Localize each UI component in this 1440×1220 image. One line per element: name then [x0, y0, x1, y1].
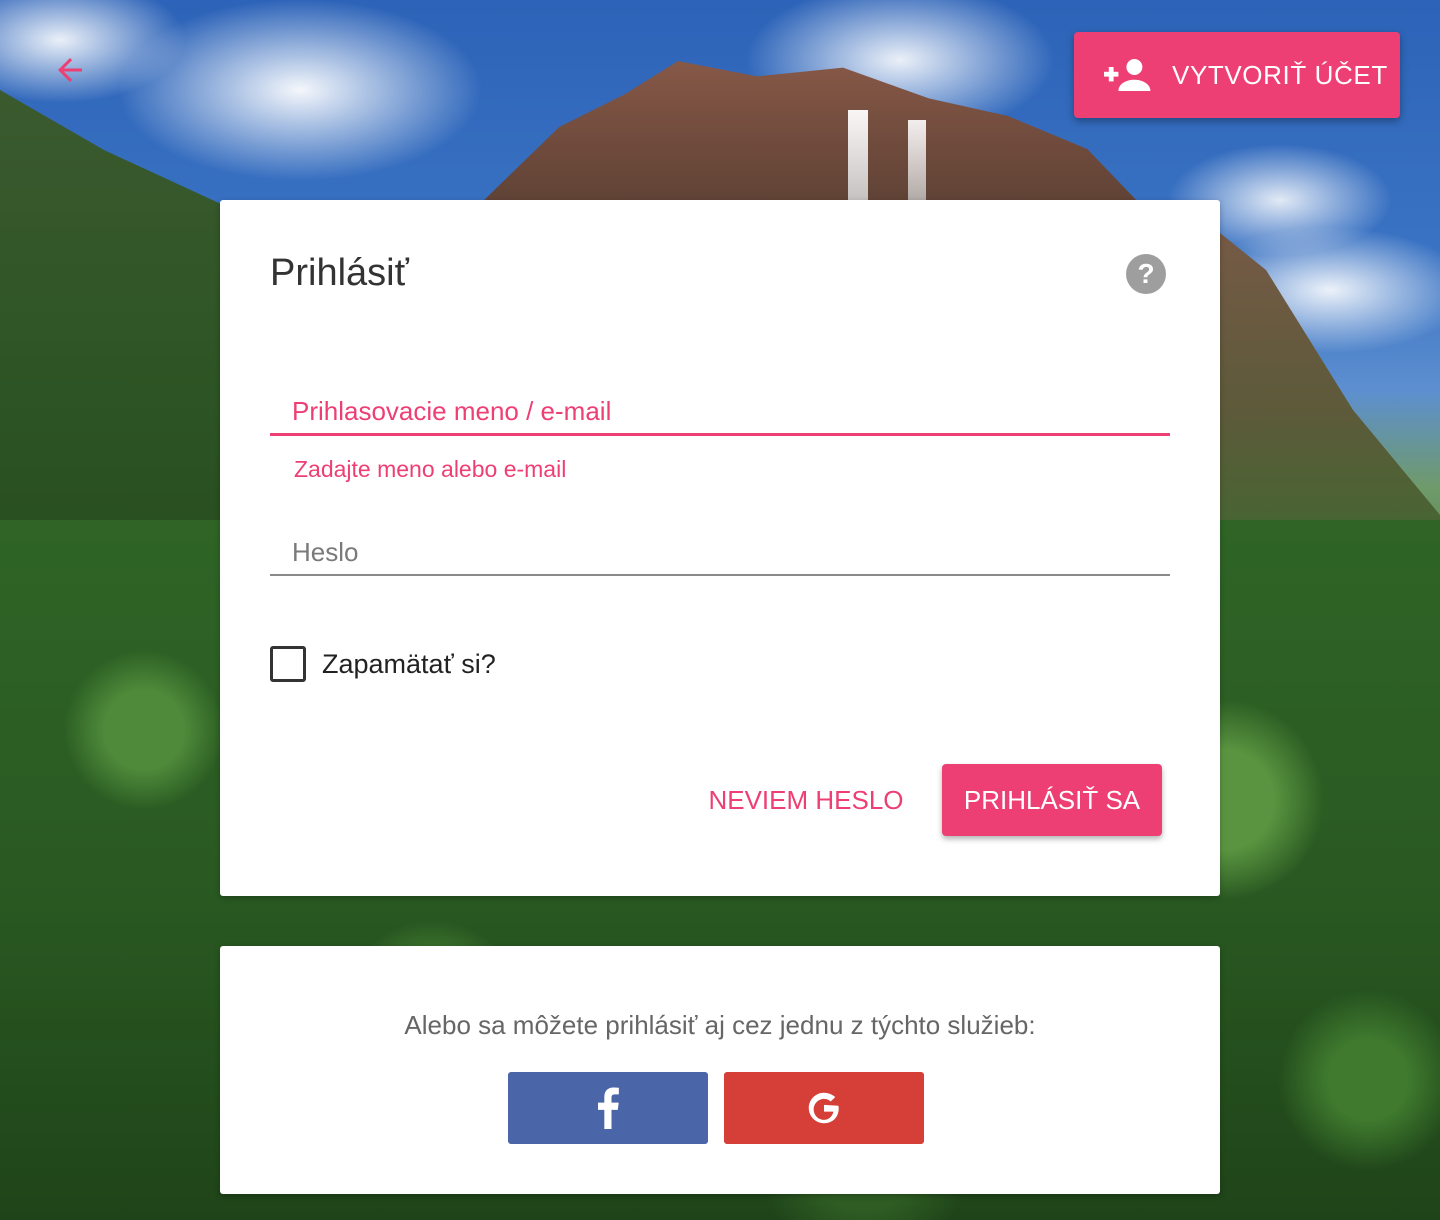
- facebook-login-button[interactable]: [508, 1072, 708, 1144]
- password-input[interactable]: [270, 516, 1170, 574]
- remember-label: Zapamätať si?: [322, 648, 496, 679]
- remember-checkbox[interactable]: [270, 646, 306, 682]
- password-field: [270, 516, 1170, 576]
- arrow-back-icon: [58, 58, 82, 82]
- google-login-button[interactable]: [724, 1072, 924, 1144]
- forgot-password-button[interactable]: NEVIEM HESLO: [696, 764, 916, 836]
- username-input[interactable]: [270, 376, 1170, 433]
- create-account-label: VYTVORIŤ ÚČET: [1172, 59, 1388, 90]
- login-button[interactable]: PRIHLÁSIŤ SA: [942, 764, 1162, 836]
- username-error: Zadajte meno alebo e-mail: [294, 456, 567, 482]
- social-login-text: Alebo sa môžete prihlásiť aj cez jednu z…: [404, 1010, 1036, 1040]
- facebook-icon: [598, 1087, 619, 1129]
- person-add-icon: [1104, 57, 1152, 93]
- social-login-card: Alebo sa môžete prihlásiť aj cez jednu z…: [220, 946, 1220, 1194]
- username-field: [270, 376, 1170, 436]
- google-icon: [808, 1092, 839, 1124]
- back-button[interactable]: [50, 50, 90, 90]
- login-title: Prihlásiť: [270, 252, 409, 294]
- create-account-button[interactable]: VYTVORIŤ ÚČET: [1074, 32, 1400, 118]
- remember-me[interactable]: Zapamätať si?: [270, 646, 496, 682]
- help-icon[interactable]: ?: [1126, 254, 1166, 294]
- login-card: Prihlásiť ? Zadajte meno alebo e-mail Za…: [220, 200, 1220, 896]
